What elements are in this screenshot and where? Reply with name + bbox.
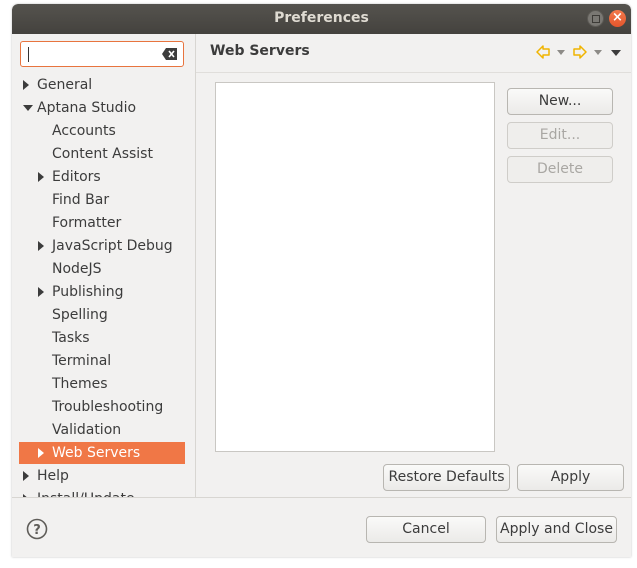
- forward-arrow-icon[interactable]: [573, 44, 587, 60]
- page-title: Web Servers: [210, 43, 310, 59]
- window-title: Preferences: [274, 10, 369, 26]
- tree-item-label: Web Servers: [52, 445, 141, 461]
- preference-tree[interactable]: General Aptana Studio Accounts Content Assi…: [12, 74, 195, 497]
- edit-server-button[interactable]: Edit...: [507, 122, 613, 149]
- close-window-button[interactable]: ×: [609, 10, 626, 27]
- tree-item-themes[interactable]: Themes: [19, 373, 185, 395]
- forward-history-dropdown-icon[interactable]: [593, 44, 603, 60]
- tree-item-general[interactable]: General: [19, 74, 185, 96]
- tree-item-label: Editors: [52, 169, 101, 185]
- restore-defaults-button[interactable]: Restore Defaults: [383, 464, 510, 491]
- preferences-window: Preferences × General Aptana Studio Accoun…: [12, 4, 631, 557]
- preference-page: Web Servers New... Edit... Delete Restor…: [196, 34, 631, 497]
- expand-arrow-icon[interactable]: [23, 80, 29, 90]
- apply-button[interactable]: Apply: [517, 464, 624, 491]
- svg-text:?: ?: [33, 523, 41, 538]
- tree-item-editors[interactable]: Editors: [19, 166, 185, 188]
- tree-item-label: Tasks: [52, 330, 90, 346]
- tree-item-label: JavaScript Debug: [52, 238, 173, 254]
- tree-item-publishing[interactable]: Publishing: [19, 281, 185, 303]
- tree-item-label: Themes: [52, 376, 108, 392]
- cancel-button[interactable]: Cancel: [366, 516, 486, 543]
- tree-item-help[interactable]: Help: [19, 465, 185, 487]
- clear-text-icon[interactable]: [162, 48, 177, 60]
- title-bar[interactable]: Preferences ×: [12, 4, 631, 34]
- tree-item-label: Content Assist: [52, 146, 153, 162]
- tree-item-spelling[interactable]: Spelling: [19, 304, 185, 326]
- tree-item-nodejs[interactable]: NodeJS: [19, 258, 185, 280]
- preference-navigation-pane: General Aptana Studio Accounts Content Assi…: [12, 34, 195, 497]
- tree-item-terminal[interactable]: Terminal: [19, 350, 185, 372]
- tree-item-aptana-studio[interactable]: Aptana Studio: [19, 97, 185, 119]
- back-history-dropdown-icon[interactable]: [556, 44, 566, 60]
- tree-item-label: NodeJS: [52, 261, 102, 277]
- tree-item-troubleshooting[interactable]: Troubleshooting: [19, 396, 185, 418]
- apply-and-close-button[interactable]: Apply and Close: [496, 516, 617, 543]
- help-icon[interactable]: ?: [26, 518, 48, 540]
- tree-item-validation[interactable]: Validation: [19, 419, 185, 441]
- back-arrow-icon[interactable]: [536, 44, 550, 60]
- tree-item-formatter[interactable]: Formatter: [19, 212, 185, 234]
- filter-field[interactable]: [20, 41, 184, 67]
- delete-server-button[interactable]: Delete: [507, 156, 613, 183]
- tree-item-label: Publishing: [52, 284, 124, 300]
- web-servers-list[interactable]: [215, 82, 495, 452]
- view-menu-icon[interactable]: [611, 44, 621, 60]
- tree-item-install-update[interactable]: Install/Update: [19, 488, 185, 497]
- filter-input[interactable]: [25, 45, 155, 63]
- new-server-button[interactable]: New...: [507, 88, 613, 115]
- maximize-button[interactable]: [587, 10, 604, 27]
- tree-item-find-bar[interactable]: Find Bar: [19, 189, 185, 211]
- expand-arrow-icon[interactable]: [23, 471, 29, 481]
- tree-item-label: Validation: [52, 422, 122, 438]
- tree-item-label: Accounts: [52, 123, 116, 139]
- collapse-arrow-icon[interactable]: [23, 105, 33, 111]
- tree-item-label: Install/Update: [37, 488, 135, 497]
- expand-arrow-icon[interactable]: [38, 448, 44, 458]
- tree-item-tasks[interactable]: Tasks: [19, 327, 185, 349]
- tree-item-label: Troubleshooting: [52, 399, 164, 415]
- tree-item-label: Find Bar: [52, 192, 110, 208]
- expand-arrow-icon[interactable]: [38, 287, 44, 297]
- close-icon: ×: [612, 10, 623, 25]
- text-caret: [28, 47, 29, 62]
- tree-item-label: Help: [37, 468, 69, 484]
- tree-item-web-servers[interactable]: Web Servers: [19, 442, 185, 464]
- tree-item-label: Aptana Studio: [37, 100, 137, 116]
- tree-item-content-assist[interactable]: Content Assist: [19, 143, 185, 165]
- tree-item-javascript-debug[interactable]: JavaScript Debug: [19, 235, 185, 257]
- tree-item-accounts[interactable]: Accounts: [19, 120, 185, 142]
- tree-item-label: Spelling: [52, 307, 108, 323]
- header-separator: [196, 72, 631, 73]
- expand-arrow-icon[interactable]: [38, 241, 44, 251]
- expand-arrow-icon[interactable]: [38, 172, 44, 182]
- tree-item-label: Terminal: [52, 353, 112, 369]
- tree-item-label: Formatter: [52, 215, 122, 231]
- footer-separator: [12, 497, 631, 498]
- tree-item-label: General: [37, 77, 93, 93]
